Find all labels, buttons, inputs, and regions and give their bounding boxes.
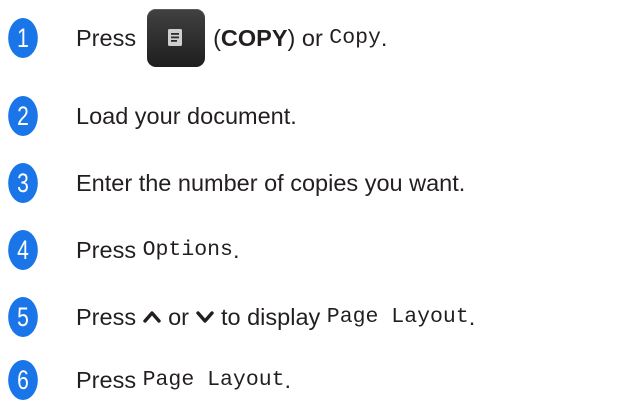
page: { "steps": [ { "number": "1", "press": "… <box>0 0 622 403</box>
up-chevron-icon <box>143 311 161 323</box>
step-6-text: Press Page Layout. <box>76 364 291 396</box>
step-number-2: 2 <box>8 96 38 136</box>
step-2-text: Load your document. <box>76 103 297 129</box>
step-number-6: 6 <box>8 360 38 400</box>
step-1-press: Press <box>76 25 137 51</box>
step-1-end: . <box>380 25 388 51</box>
step-1-copy-label: COPY <box>220 25 288 51</box>
step-number-1: 1 <box>8 18 38 58</box>
step-number-3: 3 <box>8 163 38 203</box>
copy-document-icon <box>168 29 183 46</box>
step-1-paren-open: ( <box>213 25 221 51</box>
step-5-to-display: to display <box>220 304 321 330</box>
page-layout-button-label: Page Layout <box>142 368 285 392</box>
step-5-end: . <box>468 304 476 330</box>
step-1-copy-screen: Copy <box>329 26 381 50</box>
step-1-text: Press (COPY) or Copy. <box>76 9 387 67</box>
step-3-text: Enter the number of copies you want. <box>76 170 466 196</box>
options-button-label: Options <box>142 238 233 262</box>
step-5-press: Press <box>76 304 137 330</box>
copy-button[interactable] <box>147 9 206 67</box>
step-5-or: or <box>168 304 189 330</box>
down-chevron-icon <box>196 311 214 323</box>
step-number-5: 5 <box>8 297 38 337</box>
step-1-paren-close: ) or <box>287 25 323 51</box>
step-4-press: Press <box>76 237 137 263</box>
step-5-text: Press or to display Page Layout. <box>76 301 475 333</box>
page-layout-label: Page Layout <box>326 305 469 329</box>
step-4-end: . <box>232 237 240 263</box>
step-number-4: 4 <box>8 230 38 270</box>
step-6-end: . <box>284 367 292 393</box>
step-4-text: Press Options. <box>76 234 239 266</box>
step-6-press: Press <box>76 367 137 393</box>
